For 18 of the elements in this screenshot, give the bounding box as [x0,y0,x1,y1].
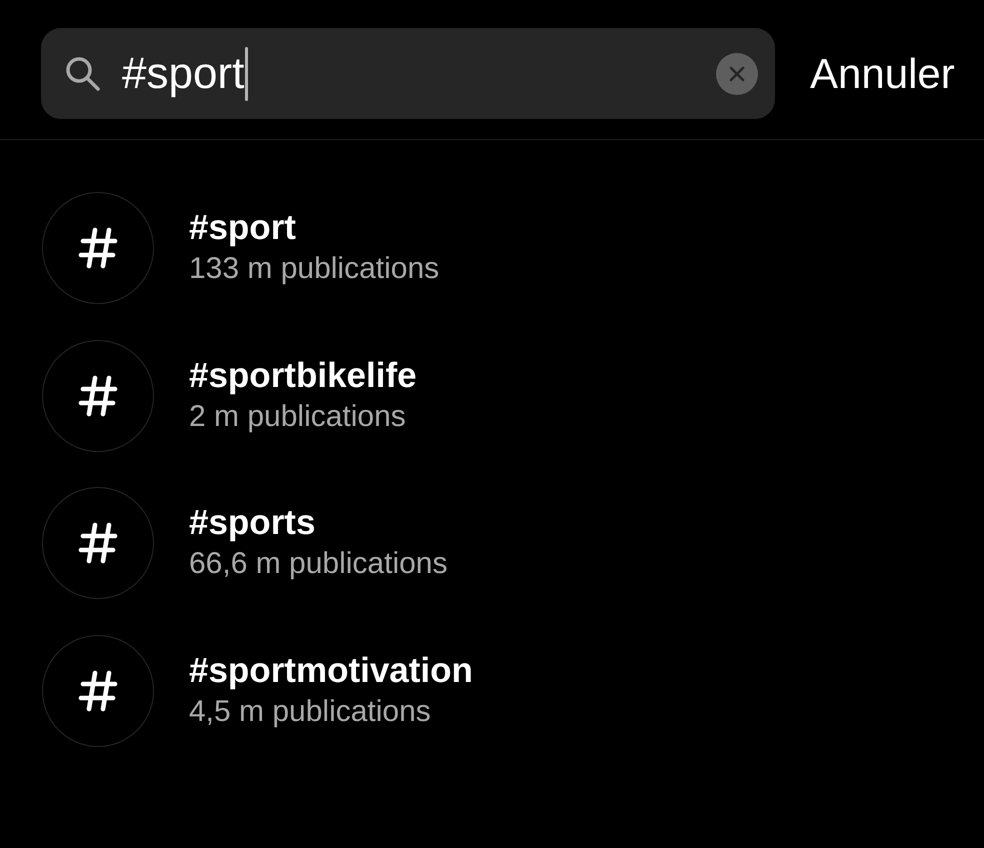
clear-button[interactable] [716,52,758,94]
close-icon [729,66,745,82]
search-text: #sport [122,48,244,100]
hashtag-title[interactable]: #sports [189,502,316,544]
search-field[interactable]: #sport [41,28,775,119]
post-count: 133 m publications [189,251,440,287]
hashtag-icon [42,192,154,304]
hashtag-title[interactable]: #sportmotivation [189,650,473,692]
post-count: 4,5 m publications [189,694,431,730]
post-count: 2 m publications [189,398,406,434]
hashtag-title[interactable]: #sportbikelife [189,354,417,396]
hashtag-title[interactable]: #sport [189,207,296,249]
cancel-button[interactable]: Annuler [810,48,955,98]
search-icon [65,56,101,92]
hashtag-icon [42,487,154,599]
post-count: 66,6 m publications [189,546,448,582]
hashtag-icon [42,340,154,452]
hashtag-icon [42,634,154,746]
